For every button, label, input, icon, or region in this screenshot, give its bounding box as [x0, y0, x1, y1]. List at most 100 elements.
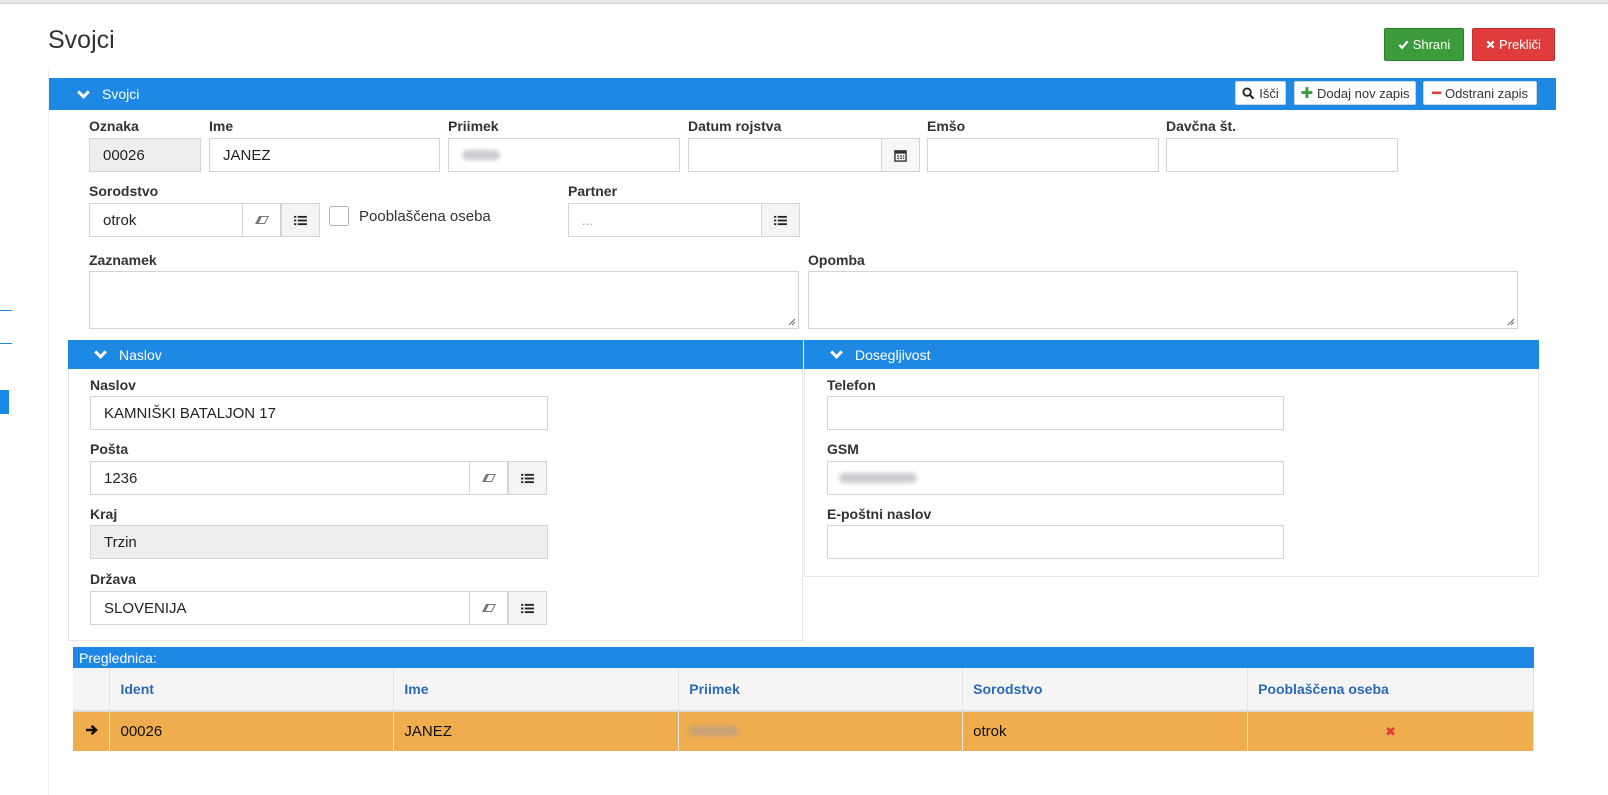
row-selector-cell[interactable] — [73, 711, 111, 751]
telefon-label: Telefon — [827, 377, 876, 393]
cell-pooblascena: ✖ — [1247, 711, 1534, 751]
plus-icon: ✚ — [1300, 84, 1314, 102]
section-header-naslov[interactable]: Naslov — [68, 340, 803, 369]
ime-label: Ime — [209, 118, 234, 134]
telefon-field[interactable] — [827, 396, 1284, 430]
dosegljivost-section-title: Dosegljivost — [855, 346, 931, 363]
list-icon — [521, 603, 534, 613]
add-record-button[interactable]: ✚ Dodaj nov zapis — [1294, 81, 1416, 105]
resize-grip-icon — [1507, 318, 1515, 326]
section-header-dosegljivost[interactable]: Dosegljivost — [804, 340, 1539, 369]
header-pooblascena[interactable]: Pooblaščena oseba — [1247, 668, 1534, 712]
zaznamek-textarea[interactable] — [89, 271, 799, 329]
sorodstvo-list-button[interactable] — [281, 203, 320, 237]
priimek-label: Priimek — [448, 118, 499, 134]
cell-priimek — [678, 711, 964, 751]
chevron-down-icon — [77, 85, 90, 99]
table-header-row: Ident Ime Priimek Sorodstvo Pooblaščena … — [73, 668, 1534, 712]
drzava-label: Država — [90, 571, 136, 587]
remove-record-button[interactable]: ━ Odstrani zapis — [1423, 81, 1537, 105]
list-icon — [521, 473, 534, 483]
side-nav-marker — [0, 310, 12, 311]
save-button[interactable]: Shrani — [1384, 28, 1464, 61]
header-priimek[interactable]: Priimek — [678, 668, 964, 712]
priimek-field[interactable] — [448, 138, 680, 172]
page-title: Svojci — [48, 26, 115, 54]
header-ime[interactable]: Ime — [393, 668, 680, 712]
davcna-field[interactable] — [1166, 138, 1398, 172]
posta-list-button[interactable] — [508, 461, 547, 495]
oznaka-label: Oznaka — [89, 118, 139, 134]
oznaka-field: 00026 — [89, 138, 201, 172]
section-title: Svojci — [102, 86, 140, 102]
cell-ime: JANEZ — [393, 711, 680, 751]
gsm-label: GSM — [827, 441, 859, 457]
eraser-icon — [481, 603, 496, 613]
naslov-label: Naslov — [90, 377, 136, 393]
sorodstvo-clear-button[interactable] — [242, 203, 281, 237]
list-icon — [294, 215, 307, 225]
redacted-gsm — [839, 473, 917, 483]
chevron-down-icon — [94, 346, 107, 359]
search-label: Išči — [1259, 85, 1279, 101]
kraj-label: Kraj — [90, 506, 118, 522]
redacted-priimek — [462, 150, 500, 160]
chevron-down-icon — [830, 346, 843, 359]
opomba-label: Opomba — [808, 252, 865, 268]
side-nav-active-marker[interactable] — [0, 390, 9, 414]
header-selector — [73, 668, 111, 712]
emso-label: Emšo — [927, 118, 966, 134]
add-record-label: Dodaj nov zapis — [1317, 85, 1410, 101]
opomba-textarea[interactable] — [808, 271, 1518, 329]
drzava-clear-button[interactable] — [469, 591, 508, 625]
email-field[interactable] — [827, 525, 1284, 559]
pooblascena-checkbox[interactable] — [329, 206, 349, 226]
list-icon — [774, 215, 787, 225]
sorodstvo-field[interactable]: otrok — [89, 203, 243, 237]
davcna-label: Davčna št. — [1166, 118, 1237, 134]
datum-rojstva-field[interactable] — [688, 138, 882, 172]
search-button[interactable]: Išči — [1235, 81, 1286, 105]
search-icon — [1242, 86, 1255, 99]
arrow-right-icon — [85, 724, 98, 736]
cancel-button[interactable]: Prekliči — [1472, 28, 1555, 61]
records-table: Ident Ime Priimek Sorodstvo Pooblaščena … — [73, 668, 1534, 751]
grid-title: Preglednica: — [79, 649, 157, 666]
drzava-list-button[interactable] — [508, 591, 547, 625]
resize-grip-icon — [788, 318, 796, 326]
partner-label: Partner — [568, 183, 618, 199]
content-rule — [48, 70, 49, 795]
times-icon — [1486, 40, 1495, 49]
header-sorodstvo[interactable]: Sorodstvo — [962, 668, 1249, 712]
posta-clear-button[interactable] — [469, 461, 508, 495]
grid-title-bar: Preglednica: — [73, 647, 1534, 668]
cell-ident: 00026 — [109, 711, 395, 751]
save-label: Shrani — [1412, 37, 1451, 52]
naslov-field[interactable]: KAMNIŠKI BATALJON 17 — [90, 396, 548, 430]
naslov-section-title: Naslov — [119, 346, 162, 363]
zaznamek-label: Zaznamek — [89, 252, 157, 268]
eraser-icon — [481, 473, 496, 483]
partner-field[interactable]: ... — [568, 203, 762, 237]
sorodstvo-label: Sorodstvo — [89, 183, 159, 199]
table-row[interactable]: 00026 JANEZ otrok ✖ — [73, 711, 1534, 751]
remove-record-label: Odstrani zapis — [1444, 85, 1529, 101]
posta-field[interactable]: 1236 — [90, 461, 470, 495]
email-label: E-poštni naslov — [827, 506, 932, 522]
minus-icon: ━ — [1431, 84, 1441, 102]
calendar-icon — [894, 149, 907, 162]
eraser-icon — [254, 215, 269, 225]
ime-field[interactable]: JANEZ — [209, 138, 440, 172]
drzava-field[interactable]: SLOVENIJA — [90, 591, 470, 625]
calendar-button[interactable] — [881, 138, 920, 172]
top-bar — [0, 0, 1608, 4]
cancel-label: Prekliči — [1499, 37, 1541, 52]
header-ident[interactable]: Ident — [109, 668, 395, 712]
kraj-field: Trzin — [90, 525, 548, 559]
side-nav-marker — [0, 343, 12, 344]
emso-field[interactable] — [927, 138, 1159, 172]
partner-list-button[interactable] — [761, 203, 800, 237]
gsm-field[interactable] — [827, 461, 1284, 495]
redacted-priimek — [689, 726, 740, 736]
cell-sorodstvo: otrok — [962, 711, 1249, 751]
